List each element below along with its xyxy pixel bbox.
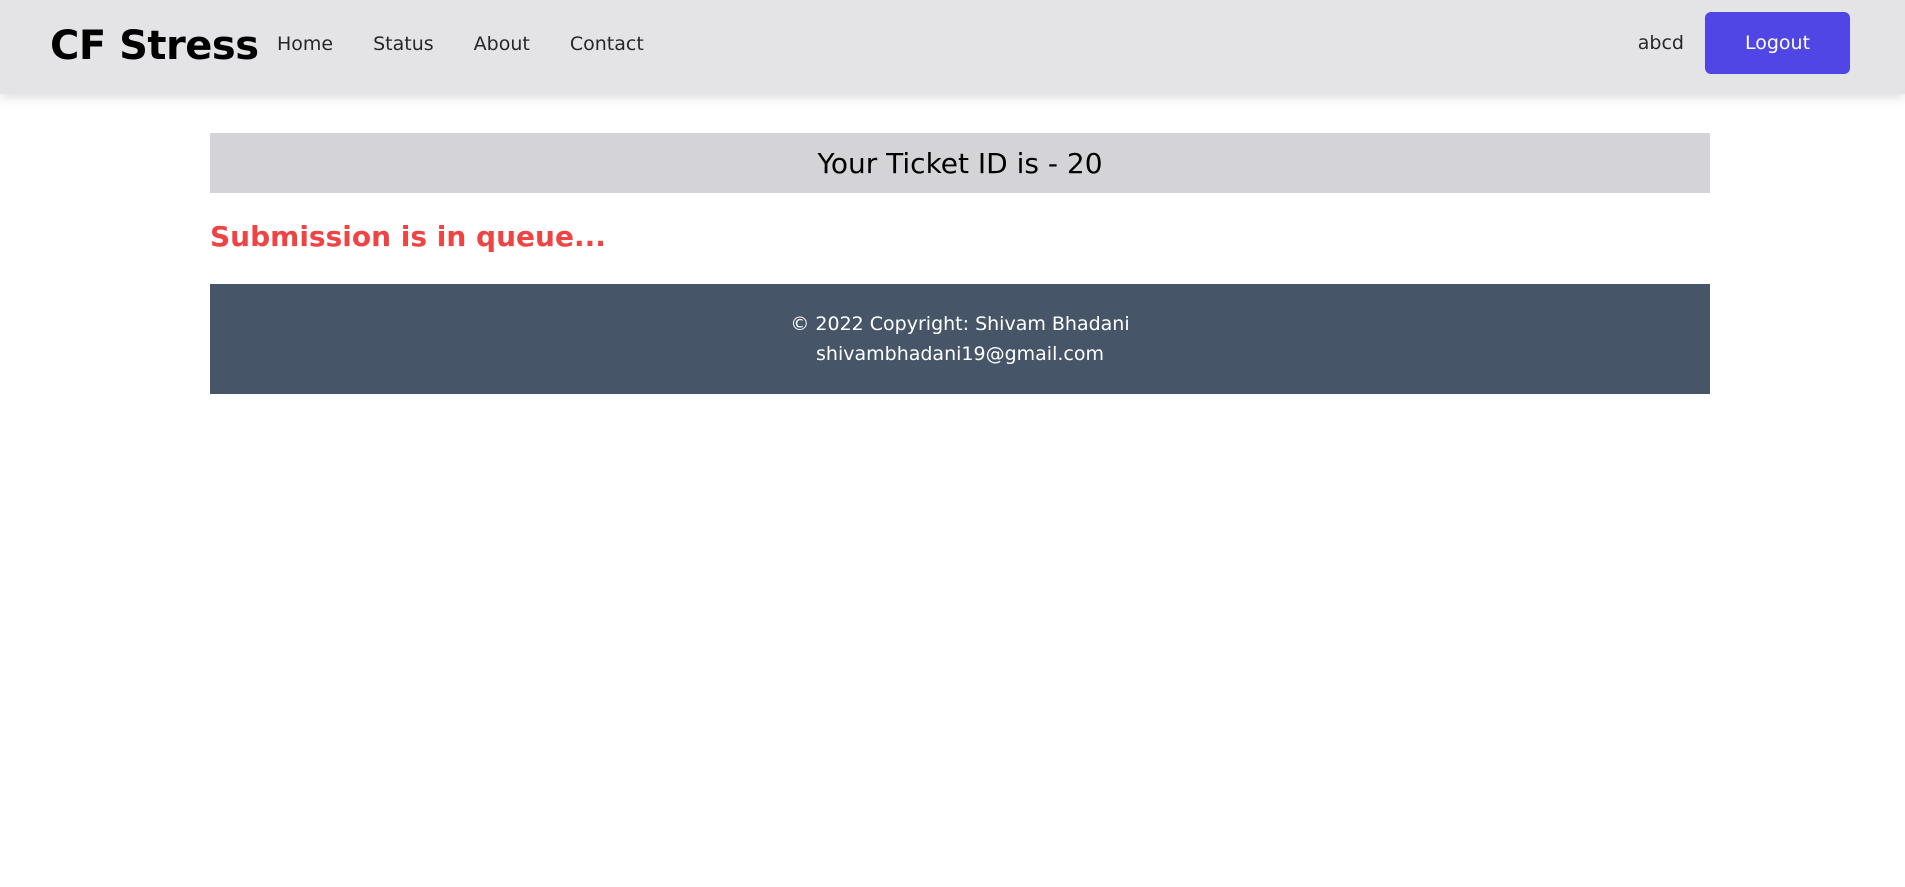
footer-copyright: © 2022 Copyright: Shivam Bhadani [790, 313, 1130, 335]
main-nav: Home Status About Contact [277, 30, 684, 58]
nav-link-status[interactable]: Status [373, 30, 434, 58]
nav-link-home[interactable]: Home [277, 30, 333, 58]
brand-logo[interactable]: CF Stress [50, 18, 259, 74]
main-content: Your Ticket ID is - 20 Submission is in … [210, 133, 1710, 394]
user-area: abcd Logout [1638, 12, 1850, 74]
page-footer: © 2022 Copyright: Shivam Bhadani shivamb… [210, 284, 1710, 394]
footer-email: shivambhadani19@gmail.com [816, 343, 1104, 365]
username-label: abcd [1637, 32, 1684, 54]
submission-status-message: Submission is in queue... [210, 220, 606, 253]
logout-button[interactable]: Logout [1705, 12, 1850, 74]
nav-link-contact[interactable]: Contact [570, 30, 644, 58]
nav-link-about[interactable]: About [474, 30, 530, 58]
top-navbar: CF Stress Home Status About Contact abcd… [0, 0, 1905, 94]
ticket-id-banner: Your Ticket ID is - 20 [210, 133, 1710, 193]
